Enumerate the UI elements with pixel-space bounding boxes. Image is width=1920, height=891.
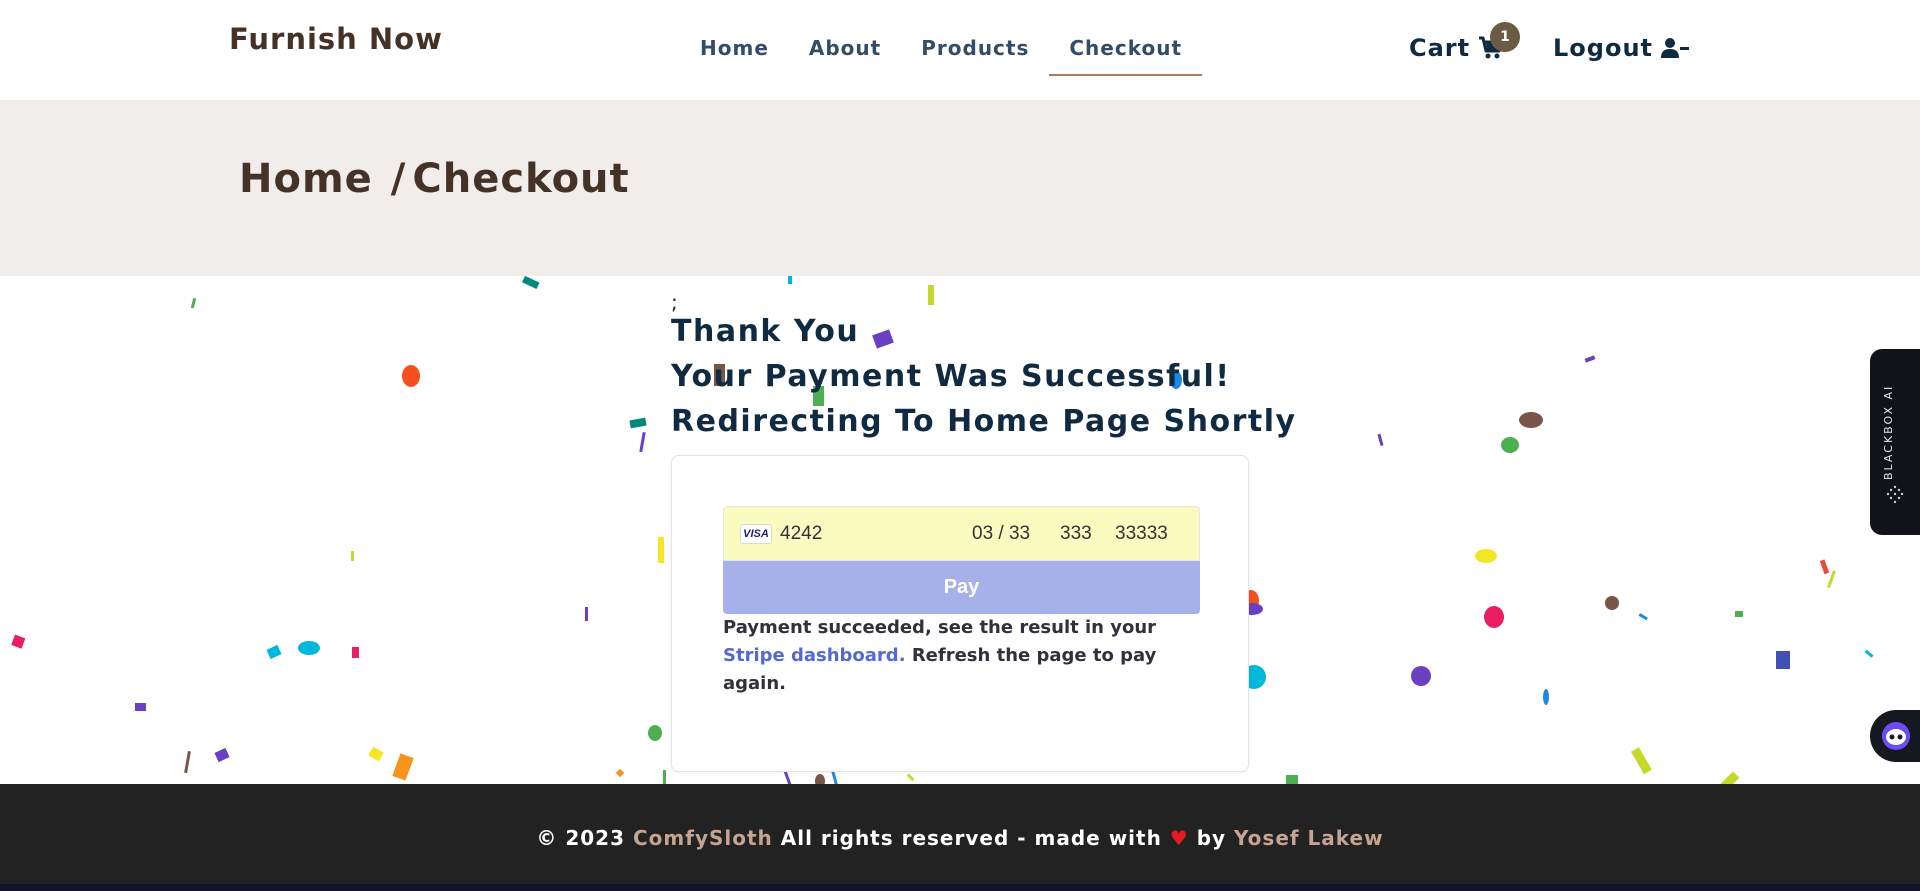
footer-copyright: © 2023 ComfySloth All rights reserved - …: [536, 826, 1383, 850]
stripe-dashboard-link[interactable]: Stripe dashboard.: [723, 645, 906, 666]
nav-link-home[interactable]: Home: [680, 34, 789, 76]
brand-logo[interactable]: Furnish Now: [229, 22, 443, 56]
heart-icon: ♥: [1169, 825, 1189, 850]
stray-text: ;: [671, 290, 678, 314]
card-element-input[interactable]: VISA 4242 03 / 33 333 33333: [723, 506, 1200, 561]
payment-success-heading: Your Payment Was Successful!: [671, 359, 1231, 394]
footer-rights: All rights reserved - made with: [780, 825, 1162, 850]
visa-card-icon: VISA: [740, 523, 772, 544]
copyright-year: © 2023: [536, 825, 626, 850]
footer-bottom-strip: [0, 884, 1920, 891]
card-zip-field[interactable]: 33333: [1115, 523, 1168, 545]
blackbox-ai-label: BLACKBOX AI: [1882, 384, 1895, 480]
footer-by: by: [1196, 825, 1227, 850]
card-expiry-field[interactable]: 03 / 33: [972, 523, 1030, 545]
nav-link-checkout[interactable]: Checkout: [1049, 34, 1203, 76]
card-cvc-field[interactable]: 333: [1060, 523, 1092, 545]
page-hero: Home / Checkout: [0, 100, 1920, 276]
footer: © 2023 ComfySloth All rights reserved - …: [0, 784, 1920, 891]
cart-count-badge: 1: [1490, 22, 1520, 52]
user-minus-icon: [1661, 38, 1690, 58]
thank-you-heading: Thank You: [671, 314, 860, 349]
footer-author: Yosef Lakew: [1234, 825, 1384, 850]
payment-result-message: Payment succeeded, see the result in you…: [723, 614, 1163, 698]
nav-link-about[interactable]: About: [789, 34, 901, 76]
card-number-field[interactable]: 4242: [780, 523, 822, 545]
navbar: Furnish Now Home About Products Checkout…: [0, 0, 1920, 100]
stripe-payment-form: VISA 4242 03 / 33 333 33333 Pay Payment …: [671, 455, 1249, 772]
redirect-heading: Redirecting To Home Page Shortly: [671, 404, 1297, 439]
logout-label: Logout: [1553, 34, 1654, 62]
chat-bot-icon: [1882, 722, 1910, 750]
logout-button[interactable]: Logout: [1553, 34, 1690, 62]
breadcrumb-current: Checkout: [412, 156, 630, 202]
result-text-before: Payment succeeded, see the result in you…: [723, 617, 1157, 638]
cart-label: Cart: [1409, 34, 1471, 62]
breadcrumb-home[interactable]: Home: [239, 156, 373, 202]
blackbox-logo-icon: [1886, 485, 1904, 504]
footer-brand: ComfySloth: [632, 825, 773, 850]
pay-button[interactable]: Pay: [723, 561, 1200, 614]
breadcrumb: Home / Checkout: [239, 156, 630, 202]
nav-link-products[interactable]: Products: [901, 34, 1049, 76]
breadcrumb-separator: /: [390, 156, 407, 202]
main-nav: Home About Products Checkout: [680, 34, 1203, 76]
